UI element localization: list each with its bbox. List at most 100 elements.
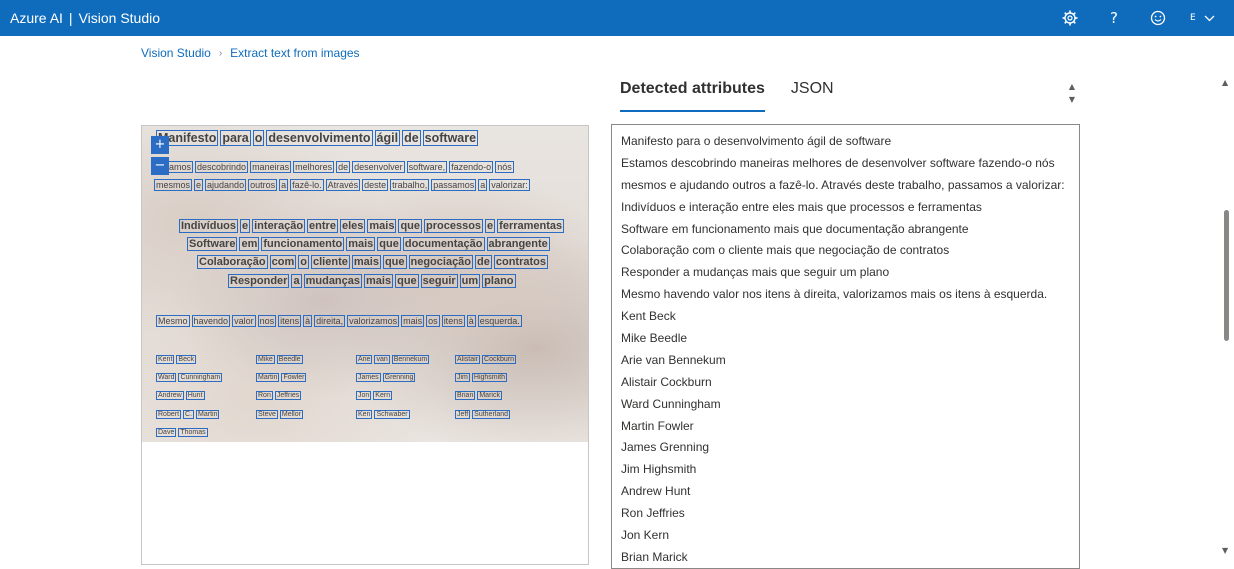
ocr-word-box: Cunningham [178, 373, 223, 383]
ocr-word-box: Marick [477, 391, 502, 401]
detected-line[interactable]: Kent Beck [621, 308, 1070, 330]
detected-line[interactable]: Software em funcionamento mais que docum… [621, 221, 1070, 243]
ocr-word-box: mais [401, 315, 425, 327]
ocr-name-cell: Jeff Sutherland [455, 409, 512, 419]
ocr-word-box: Robert [156, 409, 182, 419]
top-bar: Azure AI | Vision Studio ? E [0, 0, 1234, 36]
scrollbar-thumb[interactable] [1224, 210, 1229, 341]
tab-detected-attributes[interactable]: Detected attributes [620, 80, 765, 112]
detected-line[interactable]: Colaboração com o cliente mais que negoc… [621, 242, 1070, 264]
ocr-word-box: Schwaber [374, 409, 410, 419]
ocr-word-box: mudanças [303, 274, 363, 288]
ocr-word-box: de [475, 255, 492, 269]
ocr-word-box: para [220, 130, 251, 146]
detected-line[interactable]: Alistair Cockburn [621, 374, 1070, 396]
ocr-word-box: Dave [156, 427, 177, 437]
ocr-word-box: documentação [402, 237, 485, 251]
scroll-down-icon[interactable]: ▼ [1222, 546, 1228, 555]
ocr-word-box: James [356, 373, 381, 383]
help-icon[interactable]: ? [1104, 8, 1124, 28]
ocr-name-cell: James Grenning [356, 373, 417, 383]
ocr-closing-line: Mesmo havendo valor nos itens à direita, valori… [156, 315, 524, 327]
ocr-word-box: ferramentas [497, 219, 565, 233]
detected-line[interactable]: Ward Cunningham [621, 396, 1070, 418]
ocr-word-box: à [303, 315, 313, 327]
breadcrumb-current[interactable]: Extract text from images [230, 46, 359, 60]
ocr-word-box: os [426, 315, 440, 327]
ocr-word-box: valorizar: [489, 179, 530, 191]
ocr-word-box: de [402, 130, 421, 146]
product-name: Vision Studio [78, 10, 161, 26]
detected-line[interactable]: Mike Beedle [621, 330, 1070, 352]
ocr-title-line: Manifesto para o desenvolvimento ágil de softw… [156, 130, 480, 146]
ocr-word-box: mesmos [154, 179, 193, 191]
ocr-word-box: valorizamos [347, 315, 400, 327]
smiley-icon[interactable] [1148, 8, 1168, 28]
detected-line[interactable]: Indivíduos e interação entre eles mais q… [621, 199, 1070, 221]
account-menu[interactable]: E [1190, 10, 1215, 26]
ocr-word-box: itens [441, 315, 465, 327]
ocr-word-box: deste [362, 179, 389, 191]
ocr-name-cell: Ken Schwaber [356, 409, 412, 419]
ocr-word-box: um [459, 274, 481, 288]
ocr-word-box: que [382, 255, 407, 269]
ocr-word-box: valor [232, 315, 256, 327]
ocr-word-box: e [485, 219, 496, 233]
detected-line[interactable]: Andrew Hunt [621, 483, 1070, 505]
scroll-up-icon[interactable]: ▲ [1222, 78, 1228, 87]
ocr-name-cell: Alistair Cockburn [455, 355, 518, 364]
ocr-word-box: Grenning [382, 373, 416, 383]
ocr-word-box: trabalho, [390, 179, 430, 191]
ocr-word-box: a [291, 274, 302, 288]
ocr-word-box: software [422, 130, 479, 146]
ocr-name-cell: Arie van Bennekum [356, 355, 431, 364]
detected-line[interactable]: mesmos e ajudando outros a fazê-lo. Atra… [621, 177, 1070, 199]
detected-line[interactable]: Ron Jeffries [621, 505, 1070, 527]
ocr-word-box: Responder [228, 274, 290, 288]
ocr-word-box: com [269, 255, 297, 269]
ocr-word-box: abrangente [486, 237, 550, 251]
ocr-name-cell: Jim Highsmith [455, 373, 509, 383]
ocr-word-box: plano [482, 274, 516, 288]
gear-icon[interactable] [1060, 8, 1080, 28]
app-title[interactable]: Azure AI | Vision Studio [10, 0, 160, 36]
detected-line[interactable]: Responder a mudanças mais que seguir um … [621, 264, 1070, 286]
detected-line[interactable]: Mesmo havendo valor nos itens à direita,… [621, 286, 1070, 308]
detected-line[interactable]: James Grenning [621, 439, 1070, 461]
ocr-value-4: Responder a mudanças mais que seguir um plano [228, 274, 518, 288]
detected-line[interactable]: Jim Highsmith [621, 461, 1070, 483]
ocr-value-1: Indivíduos e interação entre eles mais que proc… [179, 219, 566, 233]
tab-json[interactable]: JSON [791, 80, 834, 110]
detected-text-list[interactable]: Manifesto para o desenvolvimento ágil de… [611, 124, 1080, 569]
brand-name: Azure AI [10, 10, 63, 26]
detected-line[interactable]: Martin Fowler [621, 418, 1070, 440]
ocr-word-box: a [279, 179, 289, 191]
ocr-word-box: cliente [311, 255, 350, 269]
ocr-word-box: ágil [374, 130, 401, 146]
result-tabs: Detected attributes JSON [620, 80, 834, 112]
image-preview-panel: Manifesto para o desenvolvimento ágil de softw… [141, 125, 589, 565]
ocr-word-box: Mellor [279, 409, 303, 419]
ocr-word-box: Jim [455, 373, 470, 383]
zoom-out-button[interactable]: − [151, 157, 169, 175]
ocr-word-box: software, [406, 161, 448, 173]
detected-line[interactable]: Brian Marick [621, 549, 1070, 568]
detected-line[interactable]: Manifesto para o desenvolvimento ágil de… [621, 133, 1070, 155]
detected-line[interactable]: Arie van Bennekum [621, 352, 1070, 374]
ocr-word-box: Martin [256, 373, 280, 383]
ocr-word-box: seguir [420, 274, 458, 288]
breadcrumb-root-link[interactable]: Vision Studio [141, 46, 211, 60]
ocr-word-box: ajudando [205, 179, 247, 191]
zoom-in-button[interactable]: + [151, 136, 169, 154]
ocr-value-2: Software em funcionamento mais que documentaç… [187, 237, 552, 251]
ocr-word-box: Martin [196, 409, 220, 419]
ocr-word-box: mais [351, 255, 381, 269]
detected-line[interactable]: Estamos descobrindo maneiras melhores de… [621, 155, 1070, 177]
ocr-name-cell: Ron Jeffries [256, 391, 303, 401]
ocr-word-box: negociação [408, 255, 474, 269]
detected-line[interactable]: Jon Kern [621, 527, 1070, 549]
user-initial: E [1190, 13, 1196, 23]
page-scrollbar[interactable]: ▲ ▼ [1218, 74, 1234, 563]
tab-scroll-arrows[interactable]: ▲ ▼ [1066, 80, 1078, 106]
ocr-name-cell: Kent Beck [156, 355, 198, 364]
